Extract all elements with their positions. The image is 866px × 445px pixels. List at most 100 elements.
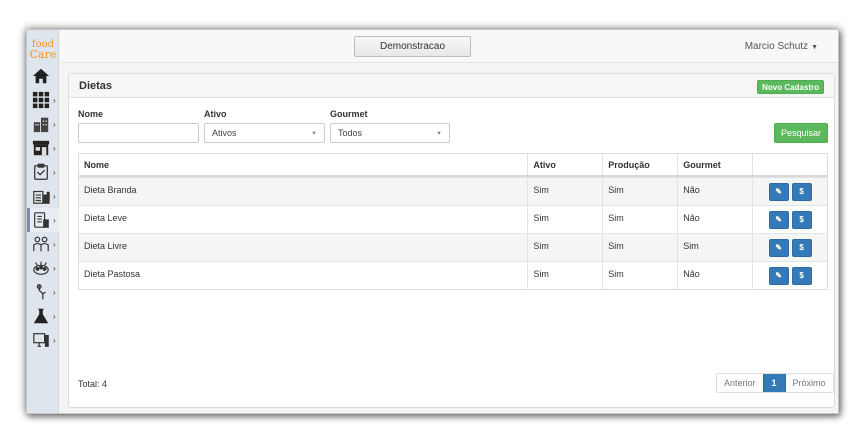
total-count: Total: 4 [78, 379, 108, 389]
column-header-ativo[interactable]: Ativo [527, 154, 602, 175]
pencil-icon[interactable]: ✎ [768, 266, 789, 285]
tool-icon [31, 282, 51, 302]
chevron-right-icon: › [53, 263, 56, 273]
food-care-logo[interactable]: food Care [29, 40, 57, 61]
cell-nome: Dieta Leve [84, 213, 128, 223]
diets-panel: Dietas Novo Cadastro Nome Ativo Ativos ▼… [68, 73, 835, 408]
sidebar-item-lab[interactable]: › [27, 304, 59, 328]
chevron-right-icon: › [53, 239, 56, 249]
cell-ativo: Sim [527, 262, 602, 289]
cell-gourmet: Não [677, 262, 752, 289]
cell-producao: Sim [602, 206, 677, 233]
cell-actions: ✎ $ [752, 178, 827, 205]
search-button[interactable]: Pesquisar [774, 123, 828, 143]
new-record-button[interactable]: Novo Cadastro [757, 80, 824, 94]
pagination-next[interactable]: Próximo [785, 374, 833, 392]
top-bar: Demonstracao Marcio Schutz ▼ [60, 30, 838, 63]
table-row[interactable]: Dieta Leve Sim Sim Não ✎ $ [79, 205, 827, 233]
sidebar-item-tools[interactable]: › [27, 280, 59, 304]
app-window: food Care › › › › › › › › › › › Demonstr… [26, 29, 839, 414]
cell-producao: Sim [602, 262, 677, 289]
caret-down-icon: ▼ [811, 44, 818, 51]
user-name: Marcio Schutz [744, 41, 809, 52]
dollar-icon[interactable]: $ [791, 266, 812, 285]
flask-icon [31, 306, 51, 326]
dollar-icon[interactable]: $ [791, 210, 812, 229]
sidebar-item-grid[interactable]: › [27, 88, 59, 112]
user-menu[interactable]: Marcio Schutz ▼ [745, 41, 818, 52]
cell-nome: Dieta Branda [84, 185, 137, 195]
table-header-row: Nome Ativo Produção Gourmet [79, 154, 827, 177]
sidebar-item-food-tray[interactable]: › [27, 256, 59, 280]
store-icon [31, 138, 51, 158]
gourmet-select-value: Todos [338, 128, 363, 138]
filter-label-nome: Nome [78, 109, 104, 119]
column-header-producao[interactable]: Produção [602, 154, 677, 175]
diet-list-icon [31, 210, 51, 230]
cell-nome: Dieta Pastosa [84, 269, 141, 279]
sidebar-item-diets[interactable]: › [27, 208, 59, 232]
table-row[interactable]: Dieta Branda Sim Sim Não ✎ $ [79, 177, 827, 205]
pagination: Anterior 1 Próximo [716, 373, 834, 393]
sidebar-item-charts[interactable]: › [27, 184, 59, 208]
sidebar-item-home[interactable] [27, 64, 59, 88]
dollar-icon[interactable]: $ [791, 238, 812, 257]
chevron-right-icon: › [53, 95, 56, 105]
cell-gourmet: Não [677, 206, 752, 233]
table-row[interactable]: Dieta Pastosa Sim Sim Não ✎ $ [79, 261, 827, 289]
people-icon [31, 234, 51, 254]
sidebar-item-store[interactable]: › [27, 136, 59, 160]
cell-producao: Sim [602, 234, 677, 261]
dropdown-arrow-icon: ▼ [436, 131, 442, 137]
sidebar-item-people[interactable]: › [27, 232, 59, 256]
clipboard-icon [31, 162, 51, 182]
cell-ativo: Sim [527, 206, 602, 233]
cell-actions: ✎ $ [752, 206, 827, 233]
sidebar: food Care › › › › › › › › › › › [27, 30, 59, 413]
chevron-right-icon: › [53, 335, 56, 345]
cell-gourmet: Não [677, 178, 752, 205]
chevron-right-icon: › [53, 191, 56, 201]
cell-actions: ✎ $ [752, 262, 827, 289]
cell-actions: ✎ $ [752, 234, 827, 261]
chevron-right-icon: › [53, 287, 56, 297]
chart-icon [31, 186, 51, 206]
cell-producao: Sim [602, 178, 677, 205]
column-header-actions [752, 154, 827, 175]
chevron-right-icon: › [53, 143, 56, 153]
home-icon [31, 66, 51, 86]
pencil-icon[interactable]: ✎ [768, 238, 789, 257]
ativo-select-value: Ativos [212, 128, 237, 138]
sidebar-item-buildings[interactable]: › [27, 112, 59, 136]
chevron-right-icon: › [53, 215, 56, 225]
pagination-prev[interactable]: Anterior [717, 374, 763, 392]
sidebar-item-clipboard[interactable]: › [27, 160, 59, 184]
environment-button[interactable]: Demonstracao [354, 36, 471, 57]
chevron-right-icon: › [53, 167, 56, 177]
filter-label-gourmet: Gourmet [330, 109, 368, 119]
logo-line-2: Care [29, 48, 57, 61]
table-row[interactable]: Dieta Livre Sim Sim Sim ✎ $ [79, 233, 827, 261]
sidebar-item-monitor[interactable]: › [27, 328, 59, 352]
gourmet-select[interactable]: Todos ▼ [330, 123, 450, 143]
cell-ativo: Sim [527, 178, 602, 205]
pagination-page-1[interactable]: 1 [762, 374, 786, 392]
cell-nome: Dieta Livre [84, 241, 128, 251]
grid-icon [31, 90, 51, 110]
nome-input[interactable] [78, 123, 199, 143]
chevron-right-icon: › [53, 119, 56, 129]
monitor-icon [31, 330, 51, 350]
dollar-icon[interactable]: $ [791, 182, 812, 201]
cell-ativo: Sim [527, 234, 602, 261]
page-title: Dietas [79, 80, 113, 92]
ativo-select[interactable]: Ativos ▼ [204, 123, 325, 143]
column-header-nome[interactable]: Nome [79, 154, 527, 175]
filter-label-ativo: Ativo [204, 109, 227, 119]
diets-table: Nome Ativo Produção Gourmet Dieta Branda… [78, 153, 828, 290]
column-header-gourmet[interactable]: Gourmet [677, 154, 752, 175]
pencil-icon[interactable]: ✎ [768, 210, 789, 229]
buildings-icon [31, 114, 51, 134]
food-tray-icon [31, 258, 51, 278]
pencil-icon[interactable]: ✎ [768, 182, 789, 201]
chevron-right-icon: › [53, 311, 56, 321]
